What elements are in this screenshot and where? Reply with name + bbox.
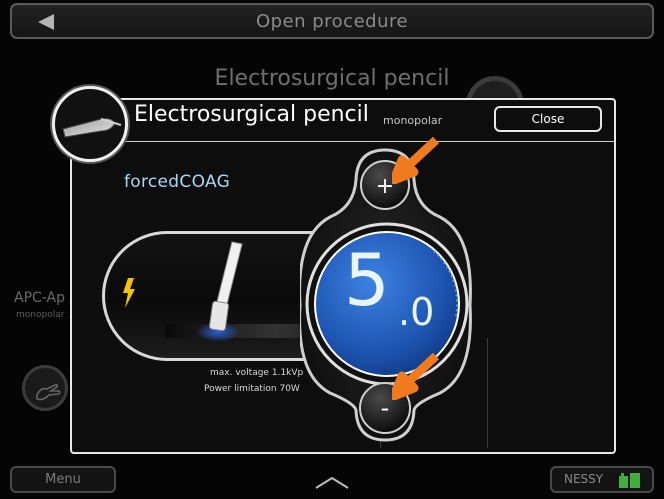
modal-title: Electrosurgical pencil bbox=[134, 102, 369, 127]
bottom-bar: Menu NESSY bbox=[0, 462, 664, 499]
top-bar: Open procedure bbox=[10, 3, 654, 39]
pointer-arrow-icon bbox=[392, 352, 440, 400]
modal-header-divider bbox=[72, 141, 614, 142]
electrosurgical-pencil-icon bbox=[52, 86, 128, 162]
nessy-button[interactable]: NESSY bbox=[550, 466, 654, 493]
close-button[interactable]: Close bbox=[494, 106, 602, 132]
page-title: Open procedure bbox=[255, 11, 409, 32]
modal-subtitle: monopolar bbox=[383, 114, 443, 127]
background-hand-button bbox=[22, 365, 68, 411]
max-voltage-info: max. voltage 1.1kVp bbox=[210, 368, 304, 378]
minus-icon: - bbox=[381, 394, 390, 422]
power-value-decimal: .0 bbox=[398, 290, 435, 334]
pointer-arrow-icon bbox=[392, 136, 440, 184]
chevron-up-icon[interactable] bbox=[312, 472, 352, 492]
menu-button[interactable]: Menu bbox=[10, 466, 116, 493]
mode-label: forcedCOAG bbox=[124, 172, 231, 192]
hand-icon bbox=[36, 383, 61, 401]
power-limit-info: Power limitation 70W bbox=[204, 384, 300, 394]
background-apc-sub: monopolar bbox=[16, 310, 65, 320]
lightning-bolt-icon bbox=[123, 278, 135, 308]
nessy-status-icon bbox=[619, 473, 640, 488]
power-value-integer: 5 bbox=[344, 238, 390, 322]
nessy-label: NESSY bbox=[564, 472, 604, 486]
background-apc-label: APC-Ap bbox=[14, 290, 66, 306]
